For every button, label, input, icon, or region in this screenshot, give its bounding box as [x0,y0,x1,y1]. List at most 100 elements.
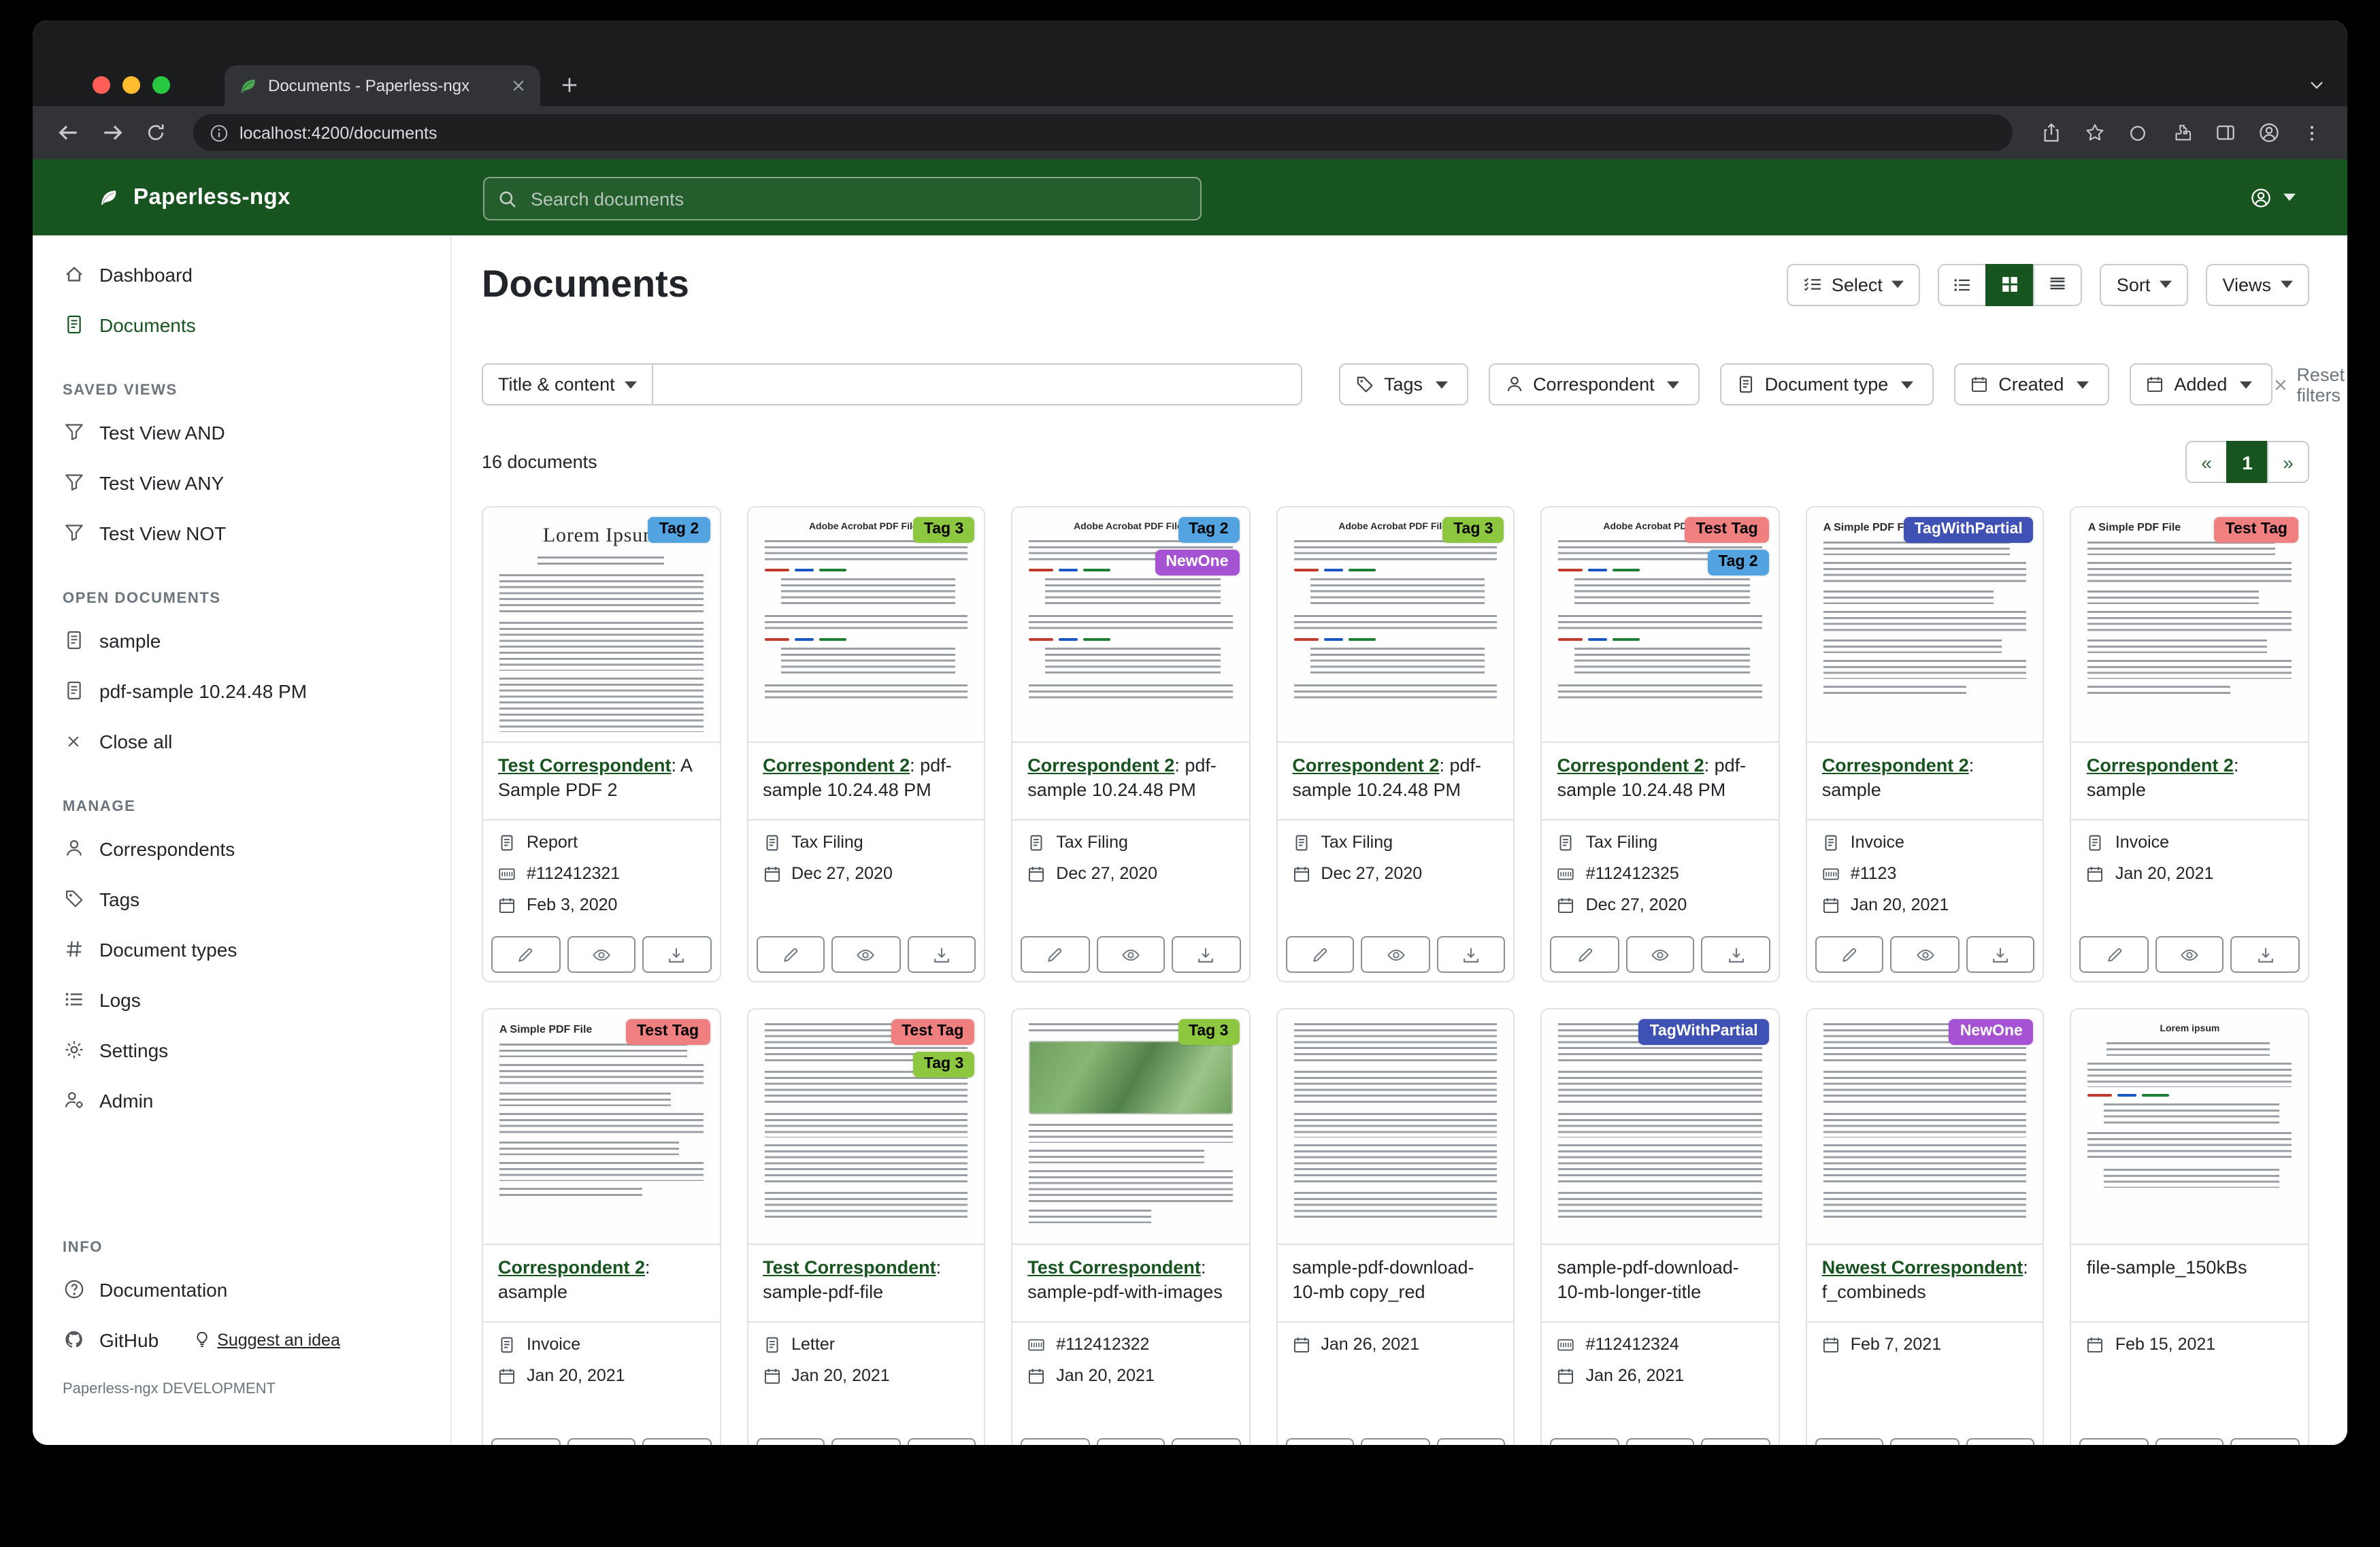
document-thumbnail[interactable]: Adobe Acrobat PDF FilesTag 3 [748,508,984,743]
edit-button[interactable] [1021,1438,1089,1445]
minimize-window-button[interactable] [122,76,140,94]
document-card[interactable]: NewOneNewest Correspondent: f_combinedsF… [1806,1008,2045,1445]
download-button[interactable] [907,936,976,973]
edit-button[interactable] [756,1438,825,1445]
view-button[interactable] [1891,936,1960,973]
correspondent-link[interactable]: Correspondent 2 [1822,755,1969,776]
app-brand[interactable]: Paperless-ngx [95,184,291,210]
page-1-button[interactable]: 1 [2226,441,2268,483]
download-button[interactable] [1172,936,1240,973]
reset-filters-button[interactable]: Reset filters [2272,364,2345,405]
download-button[interactable] [642,936,711,973]
correspondent-link[interactable]: Correspondent 2 [1557,755,1704,776]
user-menu[interactable] [2244,181,2296,214]
prev-page-button[interactable]: « [2185,441,2228,483]
edit-button[interactable] [756,936,825,973]
download-button[interactable] [1966,936,2035,973]
sidebar-item-correspondents[interactable]: Correspondents [33,823,450,874]
download-button[interactable] [1702,1438,1770,1445]
filter-tags-button[interactable]: Tags [1339,363,1468,405]
zoom-window-button[interactable] [152,76,170,94]
document-card[interactable]: Adobe Acrobat PDF FilesTag 2NewOneCorres… [1011,506,1250,982]
download-button[interactable] [907,1438,976,1445]
filter-created-button[interactable]: Created [1953,363,2109,405]
document-card[interactable]: Test TagTag 3Test Correspondent: sample-… [746,1008,985,1445]
download-button[interactable] [642,1438,711,1445]
filter-document-type-button[interactable]: Document type [1720,363,1934,405]
view-button[interactable] [1361,1438,1429,1445]
reload-button[interactable] [139,116,171,149]
correspondent-link[interactable]: Test Correspondent [1027,1257,1201,1278]
view-button[interactable] [1626,1438,1695,1445]
sidebar-item-close-all[interactable]: Close all [33,716,450,766]
browser-menu-kebab-icon[interactable] [2296,116,2328,149]
download-button[interactable] [2231,936,2300,973]
close-window-button[interactable] [93,76,110,94]
download-button[interactable] [1437,1438,1506,1445]
filter-field-button[interactable]: Title & content [482,363,653,405]
document-thumbnail[interactable]: A Simple PDF FileTagWithPartial [1807,508,2043,743]
extension-icon[interactable] [2121,116,2154,149]
sort-button[interactable]: Sort [2100,263,2189,305]
sidebar-item-test-view-and[interactable]: Test View AND [33,407,450,457]
document-card[interactable]: A Simple PDF FileTest Tag Correspondent 2… [2070,506,2309,982]
new-tab-button[interactable] [559,75,580,95]
back-button[interactable] [52,116,84,149]
view-button[interactable] [831,1438,900,1445]
sidebar-item-pdf-sample-10-24-48-pm[interactable]: pdf-sample 10.24.48 PM [33,665,450,716]
sidebar-item-sample[interactable]: sample [33,615,450,665]
edit-button[interactable] [2080,936,2149,973]
sidebar-item-documents[interactable]: Documents [33,299,450,350]
view-list-button[interactable] [1938,263,1987,305]
edit-button[interactable] [1551,936,1619,973]
extensions-puzzle-icon[interactable] [2165,116,2198,149]
filter-correspondent-button[interactable]: Correspondent [1488,363,1700,405]
correspondent-link[interactable]: Newest Correspondent [1822,1257,2023,1278]
filter-text-input[interactable] [653,363,1302,405]
search-input[interactable] [528,187,1187,210]
forward-button[interactable] [95,116,128,149]
correspondent-link[interactable]: Correspondent 2 [2087,755,2234,776]
correspondent-link[interactable]: Test Correspondent [498,755,672,776]
sidebar-item-logs[interactable]: Logs [33,974,450,1025]
document-card[interactable]: Adobe Acrobat PDF FilesTag 3 Corresponden… [746,506,985,982]
correspondent-link[interactable]: Correspondent 2 [1292,755,1439,776]
document-thumbnail[interactable]: Adobe Acrobat PDF FilesTest TagTag 2 [1542,508,1779,743]
side-panel-icon[interactable] [2209,116,2241,149]
edit-button[interactable] [1551,1438,1619,1445]
edit-button[interactable] [2080,1438,2149,1445]
edit-button[interactable] [491,936,560,973]
document-thumbnail[interactable]: Adobe Acrobat PDF FilesTag 3 [1277,508,1513,743]
correspondent-link[interactable]: Correspondent 2 [763,755,910,776]
download-button[interactable] [2231,1438,2300,1445]
bookmark-star-icon[interactable] [2078,116,2111,149]
site-info-icon[interactable] [210,123,229,142]
sidebar-item-settings[interactable]: Settings [33,1025,450,1075]
global-search[interactable] [483,177,1202,220]
view-button[interactable] [831,936,900,973]
browser-profile-avatar[interactable] [2252,116,2285,149]
download-button[interactable] [1966,1438,2035,1445]
document-card[interactable]: Adobe Acrobat PDF FilesTest TagTag 2 Corr… [1541,506,1780,982]
view-button[interactable] [1096,936,1165,973]
view-button[interactable] [2155,1438,2224,1445]
document-thumbnail[interactable]: A Simple PDF FileTest Tag [2072,508,2308,743]
sidebar-item-admin[interactable]: Admin [33,1075,450,1125]
edit-button[interactable] [1021,936,1089,973]
view-button[interactable] [567,936,635,973]
sidebar-item-github[interactable]: GitHubSuggest an idea [33,1314,450,1365]
download-button[interactable] [1172,1438,1240,1445]
document-thumbnail[interactable]: NewOne [1807,1010,2043,1245]
edit-button[interactable] [1815,1438,1884,1445]
edit-button[interactable] [491,1438,560,1445]
document-thumbnail[interactable] [1277,1010,1513,1245]
sidebar-item-test-view-any[interactable]: Test View ANY [33,457,450,508]
sidebar-item-document-types[interactable]: Document types [33,924,450,974]
download-button[interactable] [1702,936,1770,973]
document-card[interactable]: Lorem ipsumfile-sample_150kBsFeb 15, 202… [2070,1008,2309,1445]
download-button[interactable] [1437,936,1506,973]
view-button[interactable] [1361,936,1429,973]
view-button[interactable] [2155,936,2224,973]
tab-list-chevron-icon[interactable] [2308,76,2326,94]
document-thumbnail[interactable]: Test TagTag 3 [748,1010,984,1245]
